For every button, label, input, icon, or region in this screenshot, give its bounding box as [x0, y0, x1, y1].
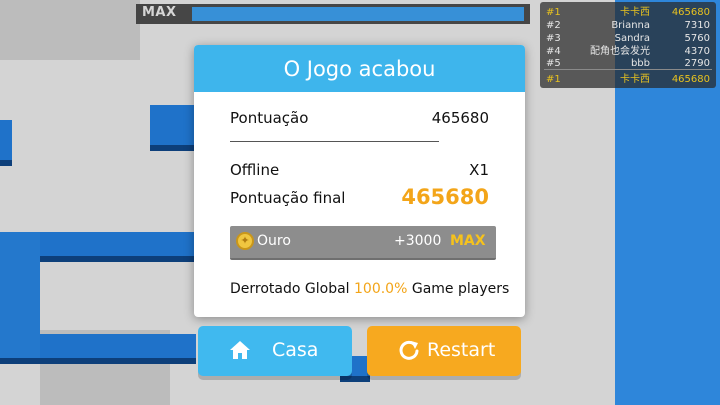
wall-block	[36, 232, 196, 256]
wall-block	[0, 120, 12, 160]
defeat-percent: 100.0%	[354, 281, 408, 297]
restart-button-label: Restart	[427, 339, 496, 361]
leaderboard-divider	[544, 69, 712, 70]
score-divider	[230, 141, 439, 142]
gold-value: +3000	[394, 233, 442, 249]
leaderboard-name: Brianna	[611, 20, 650, 31]
restart-button[interactable]: Restart	[367, 326, 521, 376]
final-score-row: Pontuação final 465680	[230, 185, 489, 209]
defeat-summary: Derrotado Global 100.0% Game players	[230, 281, 509, 297]
home-button[interactable]: Casa	[198, 326, 352, 376]
progress-fill	[192, 7, 524, 21]
leaderboard-rank: #1	[546, 74, 561, 85]
wall-block	[150, 105, 194, 145]
coin-icon: ✦	[236, 232, 254, 250]
final-score-label: Pontuação final	[230, 189, 346, 207]
gold-reward-bar: ✦ Ouro +3000 MAX	[230, 226, 496, 260]
offline-label: Offline	[230, 161, 280, 179]
defeat-prefix: Derrotado Global	[230, 281, 350, 297]
leaderboard-self-row: #1 卡卡西 465680	[540, 73, 716, 86]
progress-bar: MAX	[136, 4, 530, 24]
leaderboard-row: #1 卡卡西 465680	[540, 6, 716, 19]
defeat-suffix: Game players	[411, 281, 510, 297]
restart-icon	[397, 338, 421, 367]
offline-row: Offline X1	[230, 161, 489, 179]
final-score-value: 465680	[401, 185, 489, 209]
leaderboard-name: 卡卡西	[620, 74, 650, 85]
leaderboard-row: #3 Sandra 5760	[540, 32, 716, 45]
leaderboard-rank: #3	[546, 33, 561, 44]
game-over-dialog: O Jogo acabou Pontuação 465680 Offline X…	[194, 45, 525, 317]
gold-max-badge: MAX	[450, 233, 486, 249]
score-label: Pontuação	[230, 109, 309, 127]
progress-track	[192, 7, 524, 21]
leaderboard-name: Sandra	[614, 33, 650, 44]
leaderboard-score: 465680	[671, 7, 710, 18]
board-tile	[0, 0, 140, 60]
offline-value: X1	[469, 161, 489, 179]
leaderboard-rank: #1	[546, 7, 561, 18]
max-label: MAX	[142, 5, 177, 20]
leaderboard-score: 465680	[671, 74, 710, 85]
dialog-title: O Jogo acabou	[194, 45, 525, 92]
leaderboard-score: 5760	[684, 33, 710, 44]
home-button-label: Casa	[272, 339, 319, 361]
gold-label: Ouro	[257, 233, 291, 249]
wall-block	[36, 334, 196, 358]
leaderboard-name: 卡卡西	[620, 7, 650, 18]
home-icon	[228, 338, 252, 367]
wall-block	[0, 232, 40, 358]
leaderboard-row: #2 Brianna 7310	[540, 19, 716, 32]
score-row: Pontuação 465680	[230, 109, 489, 127]
score-value: 465680	[431, 109, 489, 127]
leaderboard: #1 卡卡西 465680 #2 Brianna 7310 #3 Sandra …	[540, 2, 716, 88]
leaderboard-score: 7310	[684, 20, 710, 31]
leaderboard-rank: #2	[546, 20, 561, 31]
